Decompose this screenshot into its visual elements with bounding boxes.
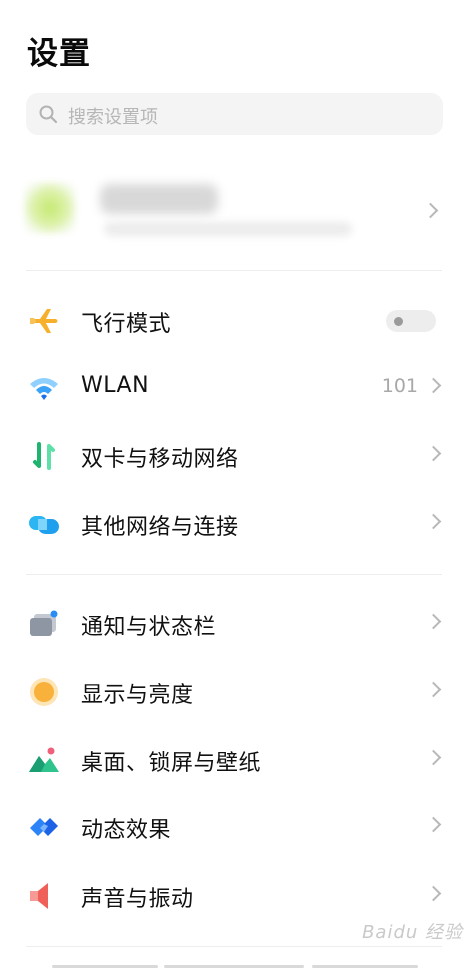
chevron-right-icon bbox=[425, 885, 442, 902]
airplane-icon bbox=[30, 309, 58, 333]
setting-label: 通知与状态栏 bbox=[81, 615, 217, 640]
chevron-right-icon bbox=[425, 377, 442, 394]
toggle-knob bbox=[394, 317, 403, 326]
chevron-right-icon bbox=[425, 681, 442, 698]
setting-label: 其他网络与连接 bbox=[81, 515, 239, 540]
setting-label: 飞行模式 bbox=[81, 312, 172, 337]
chevron-right-icon bbox=[425, 816, 442, 833]
setting-animations[interactable]: 动态效果 bbox=[0, 795, 471, 859]
setting-label: 声音与振动 bbox=[81, 887, 194, 912]
setting-label: WLAN bbox=[81, 373, 150, 398]
watermark: Baidu 经验 bbox=[362, 922, 463, 943]
airplane-mode-toggle[interactable] bbox=[386, 310, 436, 332]
account-name-blurred bbox=[100, 184, 218, 214]
chevron-right-icon bbox=[425, 613, 442, 630]
setting-label: 显示与亮度 bbox=[81, 683, 194, 708]
wlan-network-value: 101 bbox=[381, 375, 418, 397]
wifi-icon bbox=[30, 378, 58, 400]
setting-label: 动态效果 bbox=[81, 818, 172, 843]
chevron-right-icon bbox=[425, 445, 442, 462]
setting-label: 双卡与移动网络 bbox=[81, 447, 239, 472]
setting-airplane-mode[interactable]: 飞行模式 bbox=[0, 289, 471, 353]
divider bbox=[26, 270, 442, 271]
account-subtitle-blurred bbox=[104, 222, 352, 236]
setting-wlan[interactable]: WLAN 101 bbox=[0, 356, 471, 420]
chevron-right-icon bbox=[425, 513, 442, 530]
setting-label: 桌面、锁屏与壁纸 bbox=[81, 751, 262, 776]
animation-icon bbox=[30, 818, 58, 836]
network-icon bbox=[29, 516, 59, 534]
dual-sim-icon bbox=[33, 442, 55, 470]
setting-desktop[interactable]: 桌面、锁屏与壁纸 bbox=[0, 728, 471, 792]
page-title: 设置 bbox=[27, 36, 91, 72]
chevron-right-icon bbox=[425, 749, 442, 766]
bottom-navigation-hint bbox=[0, 962, 471, 972]
sound-icon bbox=[30, 883, 48, 909]
setting-dual-sim[interactable]: 双卡与移动网络 bbox=[0, 424, 471, 488]
setting-notifications[interactable]: 通知与状态栏 bbox=[0, 592, 471, 656]
divider bbox=[26, 946, 442, 947]
search-placeholder: 搜索设置项 bbox=[68, 107, 158, 128]
divider bbox=[26, 574, 442, 575]
display-icon bbox=[30, 678, 58, 706]
setting-other-network[interactable]: 其他网络与连接 bbox=[0, 492, 471, 556]
search-icon bbox=[39, 105, 58, 124]
chevron-right-icon bbox=[422, 202, 439, 219]
avatar bbox=[24, 182, 76, 234]
search-bar[interactable]: 搜索设置项 bbox=[26, 93, 443, 135]
account-card[interactable] bbox=[24, 170, 444, 260]
notification-icon bbox=[30, 610, 58, 636]
desktop-icon bbox=[29, 747, 59, 772]
setting-display[interactable]: 显示与亮度 bbox=[0, 660, 471, 724]
